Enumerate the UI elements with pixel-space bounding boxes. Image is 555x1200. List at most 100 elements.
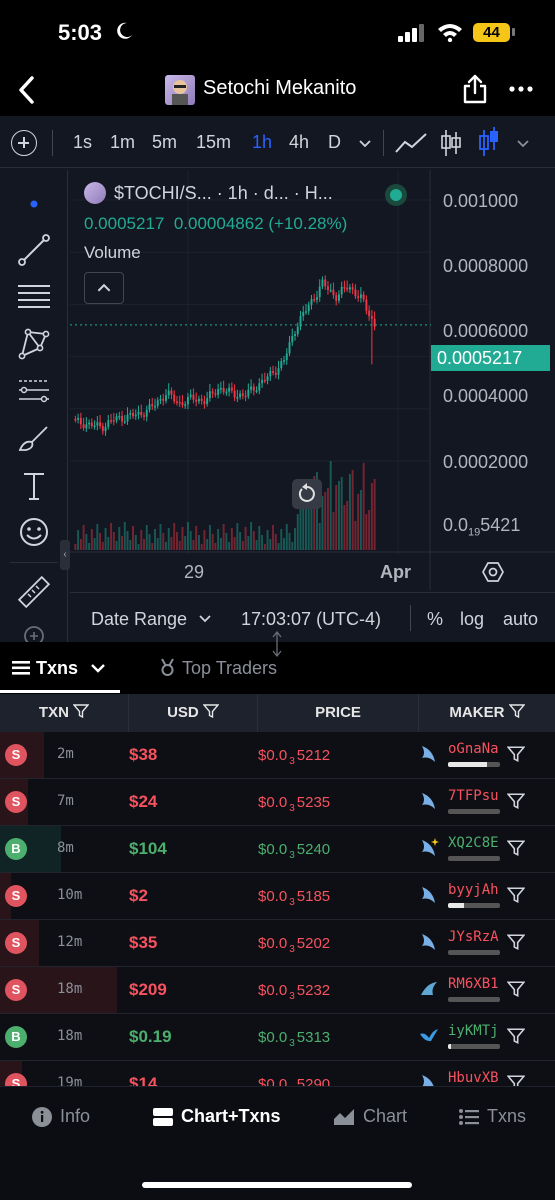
maker-address[interactable]: JYsRzA: [448, 929, 499, 945]
candle-up: [189, 394, 192, 397]
table-row[interactable]: S 19m $14 $0.035290 HbuvXB: [0, 1061, 555, 1086]
volume-bar: [134, 535, 137, 550]
candles-chart-type-icon[interactable]: [440, 128, 462, 158]
filter-icon[interactable]: [507, 933, 525, 951]
hollow-candles-chart-type-icon[interactable]: [478, 126, 500, 158]
back-button[interactable]: [12, 72, 42, 108]
maker-address[interactable]: RM6XB1: [448, 976, 499, 992]
text-tool-icon[interactable]: [16, 468, 52, 504]
pattern-icon[interactable]: [16, 326, 52, 362]
reset-chart-icon[interactable]: [292, 479, 322, 509]
timeframe-5m[interactable]: 5m: [152, 132, 177, 153]
maker-address[interactable]: byyjAh: [448, 882, 499, 898]
candle-down: [101, 426, 104, 432]
maker-address[interactable]: iyKMTj: [448, 1023, 499, 1039]
table-row[interactable]: S 18m $209 $0.0 3 5232 RM6XB1: [0, 967, 555, 1014]
txn-age: 7m: [57, 793, 74, 809]
filter-icon[interactable]: [507, 1074, 525, 1086]
ruler-icon[interactable]: [16, 574, 52, 610]
projection-icon[interactable]: [16, 372, 52, 408]
volume-bar: [318, 523, 321, 550]
volume-bar: [145, 525, 148, 550]
table-row[interactable]: B 18m $0.19 $0.0 3 5313 iyKMTj: [0, 1014, 555, 1061]
maker-address[interactable]: XQ2C8E: [448, 835, 499, 851]
nav-chart[interactable]: Chart: [333, 1106, 407, 1127]
table-row[interactable]: S 7m $24 $0.0 3 5235 7TFPsu: [0, 779, 555, 826]
emoji-icon[interactable]: [16, 514, 52, 550]
chevron-down-icon[interactable]: [358, 136, 372, 150]
timeframe-4h[interactable]: 4h: [289, 132, 309, 153]
log-toggle[interactable]: log: [460, 609, 484, 630]
filter-icon[interactable]: [507, 745, 525, 763]
trend-line-icon[interactable]: [16, 232, 52, 268]
column-usd[interactable]: USD: [129, 694, 258, 732]
timeframe-1m[interactable]: 1m: [110, 132, 135, 153]
candle-down: [74, 418, 77, 421]
resize-handle-icon[interactable]: [270, 630, 284, 658]
filter-icon[interactable]: [507, 792, 525, 810]
volume-bar: [107, 537, 110, 550]
price-chart[interactable]: $TOCHI/S... · 1h · d... · H... 0.0005217…: [70, 170, 555, 590]
chevron-up-icon[interactable]: [84, 272, 124, 304]
table-row[interactable]: S 10m $2 $0.0 3 5185 byyjAh: [0, 873, 555, 920]
toolbar-collapse-handle[interactable]: ‹: [60, 540, 70, 570]
filter-icon[interactable]: [72, 703, 90, 719]
status-time: 5:03: [58, 20, 103, 45]
filter-icon[interactable]: [507, 839, 525, 857]
timezone-clock[interactable]: 17:03:07 (UTC-4): [241, 609, 381, 630]
table-row[interactable]: S 2m $38 $0.0 3 5212 oGnaNa: [0, 732, 555, 779]
filter-icon[interactable]: [507, 886, 525, 904]
timeframe-1s[interactable]: 1s: [73, 132, 92, 153]
zoom-in-icon[interactable]: [16, 622, 52, 642]
timeframe-15m[interactable]: 15m: [196, 132, 231, 153]
candle-up: [255, 390, 258, 393]
percent-toggle[interactable]: %: [427, 609, 443, 630]
candle-up: [283, 360, 285, 362]
column-txn[interactable]: TXN: [0, 694, 129, 732]
volume-bar: [175, 532, 178, 550]
candle-down: [195, 399, 198, 402]
line-chart-type-icon[interactable]: [395, 132, 427, 154]
maker-address[interactable]: 7TFPsu: [448, 788, 499, 804]
filter-icon[interactable]: [507, 1027, 525, 1045]
date-range-selector[interactable]: Date Range: [91, 609, 187, 630]
tab-top-traders[interactable]: Top Traders: [159, 658, 277, 679]
candle-up: [107, 420, 110, 427]
column-maker[interactable]: MAKER: [419, 694, 555, 732]
timeframe-1h[interactable]: 1h: [252, 132, 272, 153]
nav-txns[interactable]: Txns: [459, 1106, 526, 1127]
volume-bar: [258, 526, 261, 550]
volume-bar: [154, 529, 156, 550]
chart-settings-icon[interactable]: [482, 561, 504, 583]
candle-down: [173, 394, 176, 402]
txn-price: $0.0 3 5212: [258, 747, 330, 767]
add-indicator-button[interactable]: [11, 130, 37, 156]
volume-bar: [310, 503, 313, 550]
y-axis-label: 0.0002000: [443, 452, 529, 472]
tab-txns[interactable]: Txns: [12, 658, 105, 679]
auto-toggle[interactable]: auto: [503, 609, 538, 630]
chevron-down-icon[interactable]: [199, 614, 211, 624]
table-row[interactable]: B 8m $104 $0.0 3 5240 XQ2C8E: [0, 826, 555, 873]
chevron-down-icon[interactable]: [516, 136, 530, 150]
timeframe-d[interactable]: D: [328, 132, 341, 153]
x-axis-label: 29: [184, 562, 205, 582]
candle-up: [305, 311, 307, 313]
nav-chart-txns[interactable]: Chart+Txns: [153, 1106, 281, 1127]
candle-down: [357, 296, 360, 298]
current-price-badge: 0.0005217: [431, 345, 550, 371]
candle-up: [77, 417, 80, 420]
maker-address[interactable]: oGnaNa: [448, 741, 499, 757]
share-icon[interactable]: [461, 73, 489, 105]
maker-address[interactable]: HbuvXB: [448, 1070, 499, 1086]
filter-icon[interactable]: [508, 703, 526, 719]
filter-icon[interactable]: [507, 980, 525, 998]
filter-icon[interactable]: [202, 703, 220, 719]
crosshair-dot-icon[interactable]: [16, 186, 52, 222]
more-options-icon[interactable]: [508, 77, 534, 101]
table-row[interactable]: S 12m $35 $0.0 3 5202 JYsRzA: [0, 920, 555, 967]
column-price[interactable]: PRICE: [258, 694, 419, 732]
brush-icon[interactable]: [16, 420, 52, 456]
nav-info[interactable]: Info: [32, 1106, 90, 1127]
fib-retracement-icon[interactable]: [16, 278, 52, 314]
